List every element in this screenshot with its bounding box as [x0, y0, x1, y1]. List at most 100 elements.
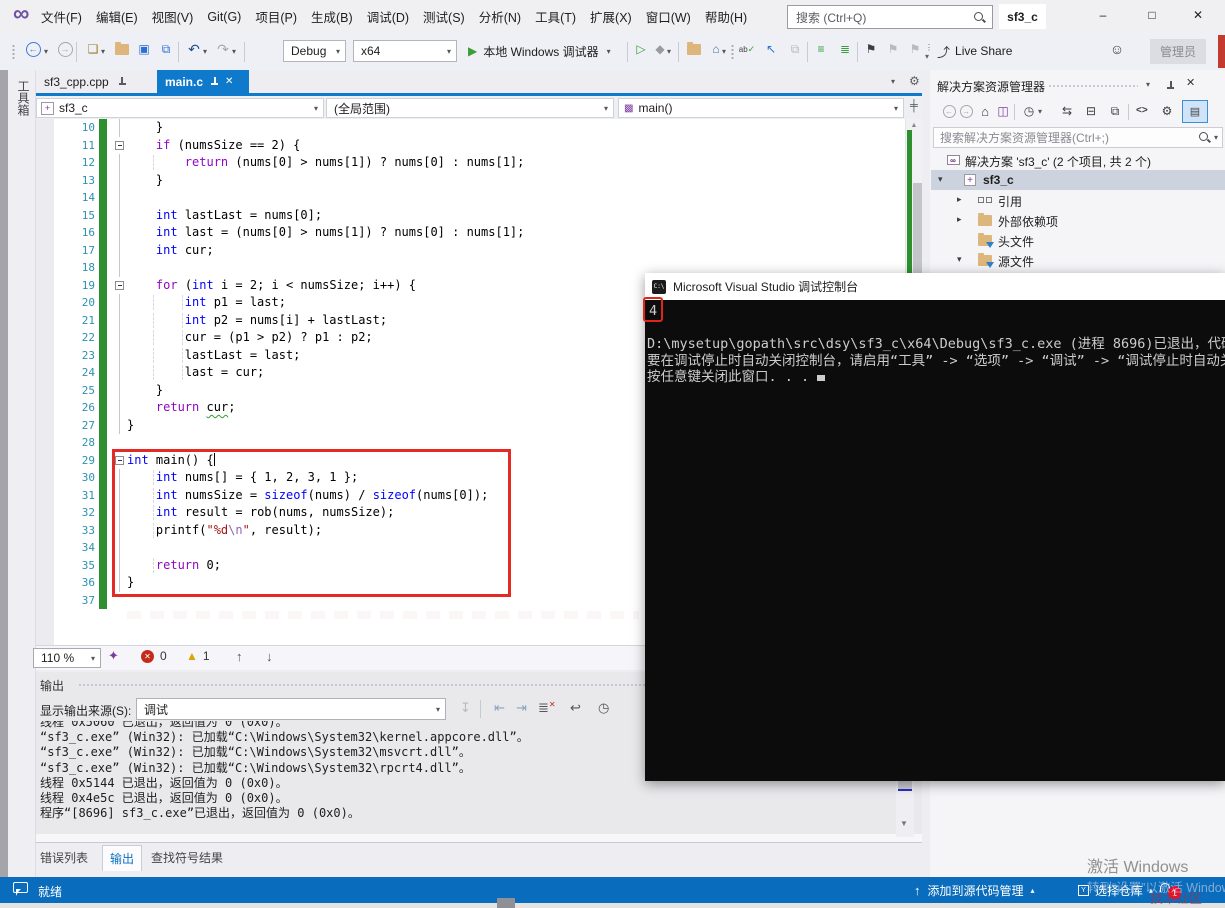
- pending-changes-caret[interactable]: ▾: [1038, 107, 1042, 116]
- maximize-button[interactable]: □: [1145, 0, 1159, 30]
- solution-home-caret[interactable]: ▾: [722, 47, 726, 56]
- next-issue-icon[interactable]: ↓: [266, 649, 273, 664]
- expand-right-icon[interactable]: ▸: [957, 194, 962, 205]
- find-in-files-icon[interactable]: [685, 40, 703, 58]
- menu-12[interactable]: 窗口(W): [639, 0, 698, 33]
- fold-toggle-icon[interactable]: [115, 280, 124, 290]
- menu-11[interactable]: 扩展(X): [583, 0, 639, 33]
- tree-item-3[interactable]: ▸ 引用: [931, 190, 1225, 210]
- show-all-files-button[interactable]: ▤: [1182, 100, 1208, 123]
- pending-changes-icon[interactable]: ◷: [1020, 102, 1038, 120]
- indent-output-icon[interactable]: ⇥: [516, 700, 527, 716]
- bookmark-prev-icon[interactable]: ⚑: [884, 40, 902, 58]
- feedback-icon[interactable]: ☺: [1108, 40, 1126, 58]
- start-without-debug-icon[interactable]: ▷: [632, 40, 650, 58]
- explorer-close-icon[interactable]: ✕: [1186, 76, 1195, 89]
- navigate-back-icon[interactable]: ←: [24, 40, 42, 58]
- menu-1[interactable]: 文件(F): [34, 0, 89, 33]
- redo-icon[interactable]: ↷: [214, 40, 232, 58]
- code-line-17[interactable]: 17 int cur;: [36, 241, 905, 259]
- navigate-forward-icon[interactable]: →: [56, 40, 74, 58]
- console-title-bar[interactable]: C:\ Microsoft Visual Studio 调试控制台: [645, 273, 1225, 300]
- toolbar-overflow[interactable]: ⋮ ▾: [925, 43, 933, 61]
- menu-10[interactable]: 工具(T): [528, 0, 583, 33]
- code-line-14[interactable]: 14: [36, 189, 905, 207]
- clear-all-icon[interactable]: ≣✕: [538, 700, 556, 716]
- collapse-all-icon[interactable]: ⊟: [1082, 102, 1100, 120]
- menu-8[interactable]: 测试(S): [416, 0, 472, 33]
- code-line-13[interactable]: 13 }: [36, 171, 905, 189]
- pin-icon-active[interactable]: [210, 76, 219, 87]
- code-line-15[interactable]: 15 int lastLast = nums[0];: [36, 206, 905, 224]
- copy-icon[interactable]: ⧉: [786, 40, 804, 58]
- jump-to-icon[interactable]: ↧: [460, 700, 471, 716]
- zoom-dropdown[interactable]: 110 % ▾: [33, 648, 101, 668]
- expand-down-icon[interactable]: ▾: [957, 254, 962, 265]
- tab-output[interactable]: 输出: [102, 845, 143, 871]
- bookmark-next-icon[interactable]: ⚑: [906, 40, 924, 58]
- save-icon[interactable]: ▣: [135, 40, 153, 58]
- tab-error-list[interactable]: 错误列表: [40, 849, 88, 866]
- add-to-scm-button[interactable]: ↑ 添加到源代码管理 ▴: [914, 882, 1035, 899]
- sync-active-icon[interactable]: ⇆: [1058, 102, 1076, 120]
- pin-icon[interactable]: [118, 76, 127, 87]
- explorer-home-icon[interactable]: ⌂: [976, 102, 994, 120]
- menu-6[interactable]: 生成(B): [304, 0, 360, 33]
- menu-2[interactable]: 编辑(E): [89, 0, 145, 33]
- menu-7[interactable]: 调试(D): [360, 0, 416, 33]
- close-button[interactable]: ✕: [1191, 0, 1205, 30]
- prev-issue-icon[interactable]: ↑: [236, 649, 243, 664]
- scroll-down-icon[interactable]: ▼: [900, 819, 908, 828]
- member-dropdown[interactable]: ▩ main() ▾: [618, 98, 904, 118]
- configuration-dropdown[interactable]: Debug ▾: [283, 40, 346, 62]
- save-all-icon[interactable]: ⧉: [157, 40, 175, 58]
- explorer-search-icon[interactable]: [1198, 131, 1211, 144]
- toolbox-tab[interactable]: 工具箱: [15, 80, 32, 116]
- indent-icon[interactable]: ≣: [836, 40, 854, 58]
- code-line-11[interactable]: 11 if (numsSize == 2) {: [36, 137, 905, 155]
- navigate-cursor-icon[interactable]: ↖: [762, 40, 780, 58]
- menu-9[interactable]: 分析(N): [472, 0, 528, 33]
- code-line-10[interactable]: 10 }: [36, 119, 905, 137]
- accessibility-icon[interactable]: ✦: [108, 648, 119, 664]
- tree-item-4[interactable]: ▸ 外部依赖项: [931, 210, 1225, 230]
- spell-check-icon[interactable]: ab ✓: [738, 40, 756, 58]
- tab-find-symbol-results[interactable]: 查找符号结果: [151, 849, 223, 866]
- word-wrap-icon[interactable]: ↩: [570, 700, 581, 716]
- bookmark-icon[interactable]: ⚑: [862, 40, 880, 58]
- navigate-back-caret[interactable]: ▾: [44, 47, 48, 56]
- redo-caret[interactable]: ▾: [232, 47, 236, 56]
- new-project-icon[interactable]: ❑: [84, 40, 102, 58]
- live-share-button[interactable]: ⤴ Live Share: [937, 40, 1012, 62]
- editor-options-gear-icon[interactable]: ⚙: [909, 74, 920, 88]
- new-project-caret[interactable]: ▾: [101, 47, 105, 56]
- explorer-pin-icon[interactable]: [1166, 80, 1175, 91]
- outdent-icon[interactable]: ≡: [812, 40, 830, 58]
- explorer-switch-icon[interactable]: ◫: [994, 102, 1012, 120]
- properties-icon[interactable]: ⚙: [1158, 102, 1176, 120]
- warning-count[interactable]: ▲ 1: [186, 649, 210, 663]
- tree-item-1[interactable]: ∞ 解决方案 'sf3_c' (2 个项目, 共 2 个): [931, 150, 1225, 170]
- expand-down-icon[interactable]: ▾: [938, 174, 943, 185]
- explorer-menu-caret[interactable]: ▾: [1146, 80, 1150, 89]
- close-tab-icon[interactable]: ✕: [225, 76, 233, 87]
- tab-sf3-cpp[interactable]: sf3_cpp.cpp: [36, 70, 157, 93]
- output-source-dropdown[interactable]: 调试 ▾: [136, 698, 446, 720]
- code-line-16[interactable]: 16 int last = (nums[0] > nums[1]) ? nums…: [36, 224, 905, 242]
- menu-5[interactable]: 项目(P): [248, 0, 304, 33]
- tree-item-2[interactable]: ▾ + sf3_c: [931, 170, 1225, 190]
- undo-caret[interactable]: ▾: [203, 47, 207, 56]
- view-code-icon[interactable]: <>: [1136, 105, 1148, 116]
- explorer-back-icon[interactable]: ←: [940, 102, 958, 120]
- search-icon[interactable]: [973, 11, 986, 24]
- menu-13[interactable]: 帮助(H): [698, 0, 754, 33]
- tab-main-c[interactable]: main.c ✕: [157, 70, 249, 93]
- code-line-12[interactable]: 12 return (nums[0] > nums[1]) ? nums[0] …: [36, 154, 905, 172]
- platform-dropdown[interactable]: x64 ▾: [353, 40, 457, 62]
- open-file-icon[interactable]: [113, 40, 131, 58]
- tab-list-caret[interactable]: ▾: [891, 77, 895, 86]
- fold-toggle-icon[interactable]: [115, 140, 124, 150]
- tree-item-5[interactable]: 头文件: [931, 230, 1225, 250]
- explorer-forward-icon[interactable]: →: [957, 102, 975, 120]
- scope-dropdown[interactable]: (全局范围) ▾: [326, 98, 614, 118]
